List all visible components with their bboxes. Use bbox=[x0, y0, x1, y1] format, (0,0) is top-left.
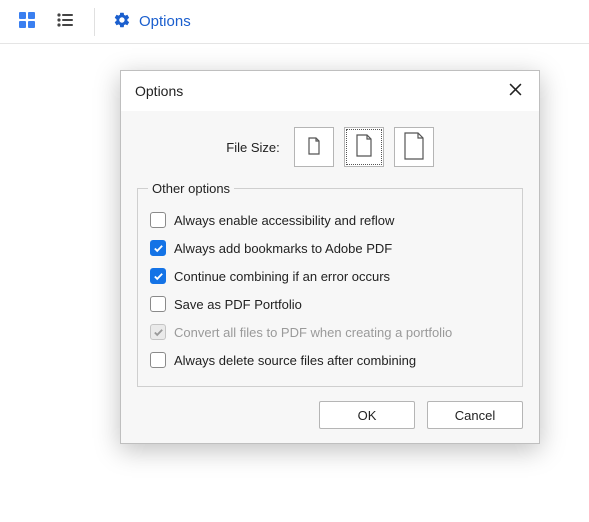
page-medium-icon bbox=[355, 134, 373, 160]
option-accessibility-checkbox[interactable] bbox=[150, 212, 166, 228]
option-convert-row: Convert all files to PDF when creating a… bbox=[148, 318, 512, 346]
toolbar-separator bbox=[94, 8, 95, 36]
option-delete-row: Always delete source files after combini… bbox=[148, 346, 512, 374]
option-convert-checkbox bbox=[150, 324, 166, 340]
dialog-button-row: OK Cancel bbox=[137, 401, 523, 429]
option-delete-label: Always delete source files after combini… bbox=[174, 353, 416, 368]
toolbar: Options bbox=[0, 0, 589, 44]
other-options-legend: Other options bbox=[148, 181, 234, 196]
cancel-button[interactable]: Cancel bbox=[427, 401, 523, 429]
option-portfolio-checkbox[interactable] bbox=[150, 296, 166, 312]
cancel-button-label: Cancel bbox=[455, 408, 495, 423]
option-accessibility-label: Always enable accessibility and reflow bbox=[174, 213, 394, 228]
options-button[interactable]: Options bbox=[107, 7, 197, 37]
dialog-title: Options bbox=[135, 83, 183, 99]
list-icon bbox=[56, 11, 74, 32]
option-bookmarks-checkbox[interactable] bbox=[150, 240, 166, 256]
options-dialog: Options File Size: bbox=[120, 70, 540, 444]
page-small-icon bbox=[307, 137, 321, 158]
option-continue-row: Continue combining if an error occurs bbox=[148, 262, 512, 290]
file-size-medium-button[interactable] bbox=[344, 127, 384, 167]
option-bookmarks-label: Always add bookmarks to Adobe PDF bbox=[174, 241, 392, 256]
file-size-label: File Size: bbox=[226, 140, 279, 155]
option-continue-label: Continue combining if an error occurs bbox=[174, 269, 390, 284]
option-portfolio-label: Save as PDF Portfolio bbox=[174, 297, 302, 312]
option-portfolio-row: Save as PDF Portfolio bbox=[148, 290, 512, 318]
dialog-close-button[interactable] bbox=[505, 81, 525, 101]
dialog-titlebar: Options bbox=[121, 71, 539, 111]
ok-button-label: OK bbox=[358, 408, 377, 423]
view-list-button[interactable] bbox=[48, 5, 82, 39]
view-grid-button[interactable] bbox=[10, 5, 44, 39]
option-delete-checkbox[interactable] bbox=[150, 352, 166, 368]
option-bookmarks-row: Always add bookmarks to Adobe PDF bbox=[148, 234, 512, 262]
option-continue-checkbox[interactable] bbox=[150, 268, 166, 284]
close-icon bbox=[509, 83, 522, 99]
file-size-large-button[interactable] bbox=[394, 127, 434, 167]
option-accessibility-row: Always enable accessibility and reflow bbox=[148, 206, 512, 234]
gear-icon bbox=[113, 11, 131, 33]
ok-button[interactable]: OK bbox=[319, 401, 415, 429]
dialog-body: File Size: Other options Alwa bbox=[121, 111, 539, 443]
file-size-row: File Size: bbox=[137, 127, 523, 167]
options-button-label: Options bbox=[139, 13, 191, 30]
file-size-small-button[interactable] bbox=[294, 127, 334, 167]
other-options-group: Other options Always enable accessibilit… bbox=[137, 181, 523, 387]
option-convert-label: Convert all files to PDF when creating a… bbox=[174, 325, 452, 340]
page-large-icon bbox=[403, 132, 425, 163]
grid-icon bbox=[18, 11, 36, 32]
